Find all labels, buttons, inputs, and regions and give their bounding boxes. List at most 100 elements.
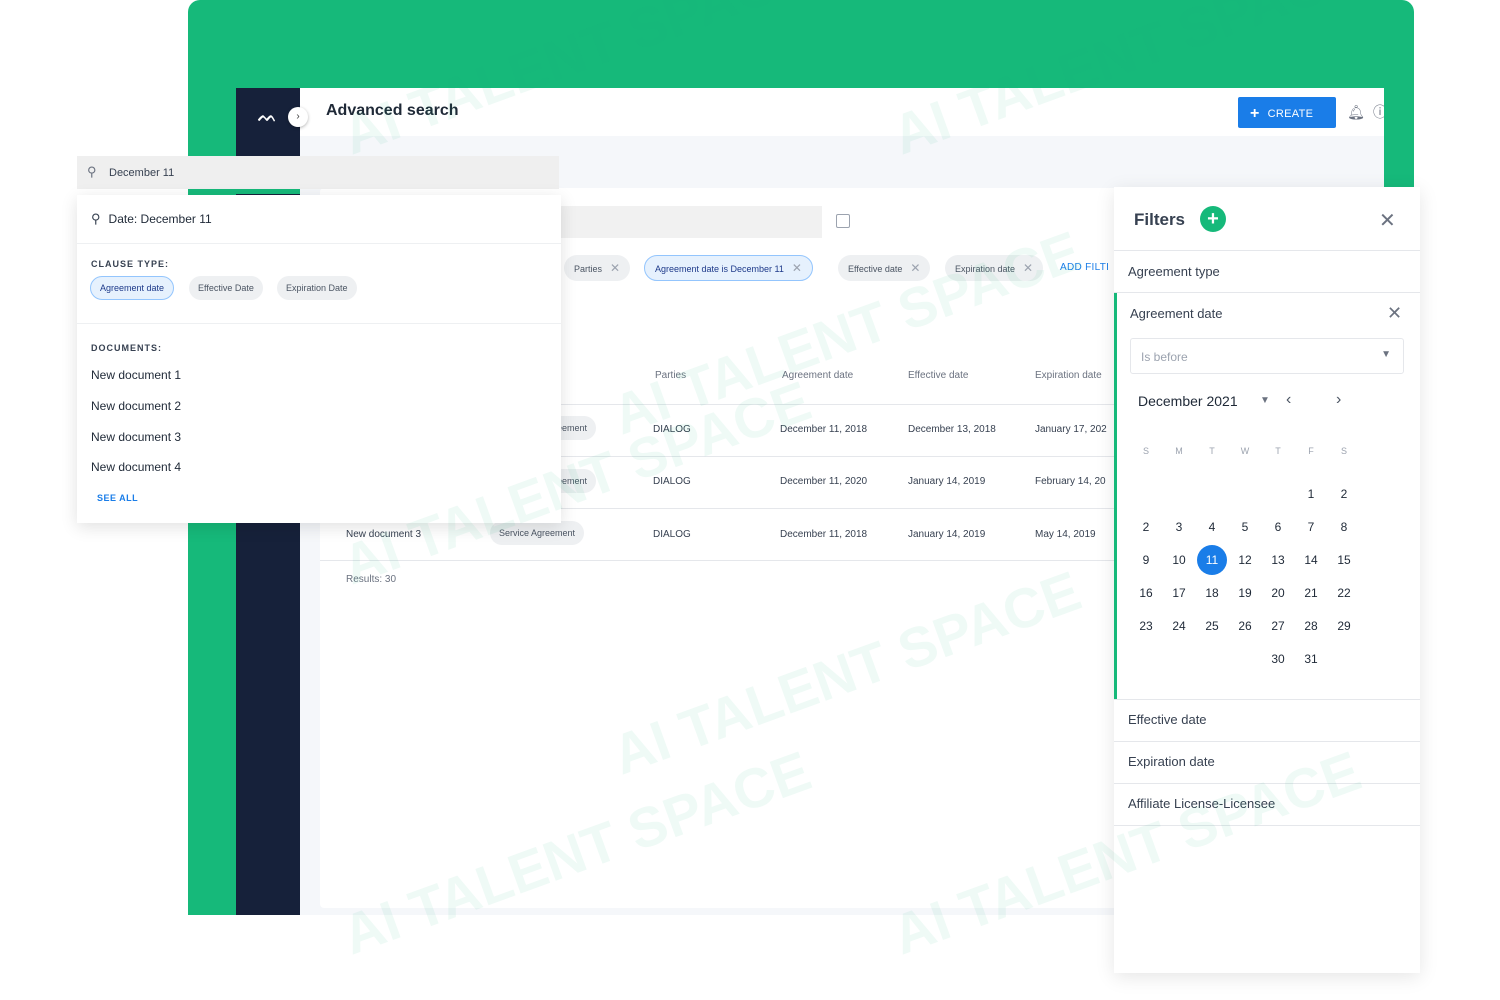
divider [77, 323, 561, 324]
calendar-weekday-label: M [1175, 446, 1183, 456]
screenshot-stage: ᨓ › Advanced search + CREATE 🔔︎ ⓘ Parties… [0, 0, 1500, 1000]
calendar-day[interactable]: 4 [1197, 512, 1227, 542]
column-header-expiration-date[interactable]: Expiration date [1035, 370, 1102, 381]
calendar-day[interactable]: 22 [1329, 578, 1359, 608]
calendar-day[interactable]: 3 [1164, 512, 1194, 542]
calendar-weekday-label: S [1142, 446, 1149, 456]
calendar-day[interactable]: 18 [1197, 578, 1227, 608]
clause-chip-effective-date[interactable]: Effective Date [189, 276, 263, 300]
search-suggestions-dropdown: ⚲ Date: December 11 CLAUSE TYPE: Agreemen… [77, 195, 561, 523]
calendar-day[interactable]: 17 [1164, 578, 1194, 608]
add-filter-link[interactable]: ADD FILTI [1060, 262, 1109, 273]
condition-select[interactable]: Is before ▼ [1130, 338, 1404, 374]
calendar-day[interactable]: 31 [1296, 644, 1326, 674]
close-icon[interactable]: ✕ [610, 261, 620, 275]
calendar-day[interactable]: 13 [1263, 545, 1293, 575]
filter-chip-label: Expiration date [955, 264, 1016, 274]
calendar-day[interactable]: 20 [1263, 578, 1293, 608]
filter-chip-parties[interactable]: Parties ✕ [564, 255, 631, 281]
divider [1114, 250, 1420, 251]
calendar-day[interactable]: 23 [1131, 611, 1161, 641]
calendar-day[interactable]: 15 [1329, 545, 1359, 575]
filter-chip-effective-date[interactable]: Effective date ✕ [838, 255, 931, 281]
calendar-day[interactable]: 30 [1263, 644, 1293, 674]
divider [1114, 292, 1420, 293]
cell-expiration-date: February 14, 20 [1035, 476, 1106, 487]
divider [1114, 741, 1420, 742]
cell-expiration-date: May 14, 2019 [1035, 529, 1096, 540]
calendar-day[interactable]: 26 [1230, 611, 1260, 641]
filter-item-affiliate-license[interactable]: Affiliate License-Licensee [1128, 796, 1275, 811]
calendar-day[interactable]: 10 [1164, 545, 1194, 575]
filter-item-agreement-type[interactable]: Agreement type [1128, 264, 1220, 279]
close-panel-button[interactable]: ✕ [1379, 208, 1396, 233]
documents-heading: DOCUMENTS: [91, 343, 162, 353]
date-suggestion[interactable]: ⚲ Date: December 11 [91, 211, 212, 227]
chevron-down-icon[interactable]: ▼ [1260, 395, 1270, 406]
calendar-day[interactable]: 6 [1263, 512, 1293, 542]
filter-chip-label: Effective date [848, 264, 903, 274]
close-icon[interactable]: ✕ [792, 261, 802, 275]
calendar-next-button[interactable]: › [1336, 391, 1341, 409]
document-suggestion[interactable]: New document 2 [91, 399, 181, 413]
document-suggestion[interactable]: New document 1 [91, 368, 181, 382]
calendar-prev-button[interactable]: ‹ [1286, 391, 1291, 409]
calendar-day[interactable]: 19 [1230, 578, 1260, 608]
filter-item-expiration-date[interactable]: Expiration date [1128, 754, 1215, 769]
close-icon[interactable]: ✕ [1387, 303, 1402, 324]
calendar-day[interactable]: 2 [1329, 479, 1359, 509]
calendar-day[interactable]: 9 [1131, 545, 1161, 575]
calendar-day[interactable]: 8 [1329, 512, 1359, 542]
calendar-day[interactable]: 16 [1131, 578, 1161, 608]
calendar-day[interactable]: 24 [1164, 611, 1194, 641]
main-search-bar[interactable] [560, 206, 822, 238]
document-suggestion[interactable]: New document 4 [91, 460, 181, 474]
calendar-day[interactable]: 25 [1197, 611, 1227, 641]
cell-parties: DIALOG [653, 529, 691, 540]
calendar-day[interactable]: 11 [1197, 545, 1227, 575]
filter-item-effective-date[interactable]: Effective date [1128, 712, 1207, 727]
create-button[interactable]: + CREATE [1238, 97, 1336, 128]
company-logo-icon[interactable]: ᨓ [258, 108, 277, 126]
cell-expiration-date: January 17, 202 [1035, 424, 1107, 435]
document-suggestion[interactable]: New document 3 [91, 430, 181, 444]
filter-item-agreement-date[interactable]: Agreement date [1130, 306, 1223, 321]
column-header-parties[interactable]: Parties [655, 370, 686, 381]
cell-document-name[interactable]: New document 3 [346, 529, 421, 540]
see-all-link[interactable]: SEE ALL [97, 493, 138, 503]
column-header-agreement-date[interactable]: Agreement date [782, 370, 853, 381]
column-header-effective-date[interactable]: Effective date [908, 370, 968, 381]
close-icon[interactable]: ✕ [1023, 261, 1033, 275]
condition-select-value: Is before [1141, 350, 1188, 364]
calendar-day[interactable]: 14 [1296, 545, 1326, 575]
calendar-day[interactable]: 2 [1131, 512, 1161, 542]
calendar-day[interactable]: 7 [1296, 512, 1326, 542]
close-icon[interactable]: ✕ [910, 261, 920, 275]
calendar-day[interactable]: 27 [1263, 611, 1293, 641]
add-filter-button[interactable]: + [1200, 206, 1226, 232]
search-icon: ⚲ [87, 164, 97, 179]
create-button-label: CREATE [1267, 108, 1314, 120]
calendar-day[interactable]: 21 [1296, 578, 1326, 608]
filter-chip-label: Agreement date is December 11 [655, 264, 784, 274]
clause-chip-expiration-date[interactable]: Expiration Date [277, 276, 357, 300]
filter-chip-agreement-date[interactable]: Agreement date is December 11 ✕ [644, 255, 813, 281]
help-icon[interactable]: ⓘ [1370, 102, 1384, 122]
bell-icon[interactable]: 🔔︎ [1346, 102, 1366, 122]
calendar-day[interactable]: 5 [1230, 512, 1260, 542]
calendar-month-label[interactable]: December 2021 [1138, 393, 1238, 409]
clause-chip-agreement-date[interactable]: Agreement date [90, 276, 175, 300]
calendar-icon[interactable] [836, 214, 850, 228]
calendar-day[interactable]: 12 [1230, 545, 1260, 575]
calendar-day[interactable]: 28 [1296, 611, 1326, 641]
cell-parties: DIALOG [653, 424, 691, 435]
calendar-day[interactable]: 1 [1296, 479, 1326, 509]
page-title: Advanced search [326, 102, 459, 119]
sidebar-toggle-button[interactable]: › [288, 107, 308, 127]
filter-chip-expiration-date[interactable]: Expiration date ✕ [945, 255, 1044, 281]
calendar-day[interactable]: 29 [1329, 611, 1359, 641]
search-icon: ⚲ [91, 211, 101, 226]
search-input-bar[interactable]: ⚲ [77, 156, 559, 189]
cell-effective-date: December 13, 2018 [908, 424, 996, 435]
search-input[interactable] [109, 162, 509, 184]
